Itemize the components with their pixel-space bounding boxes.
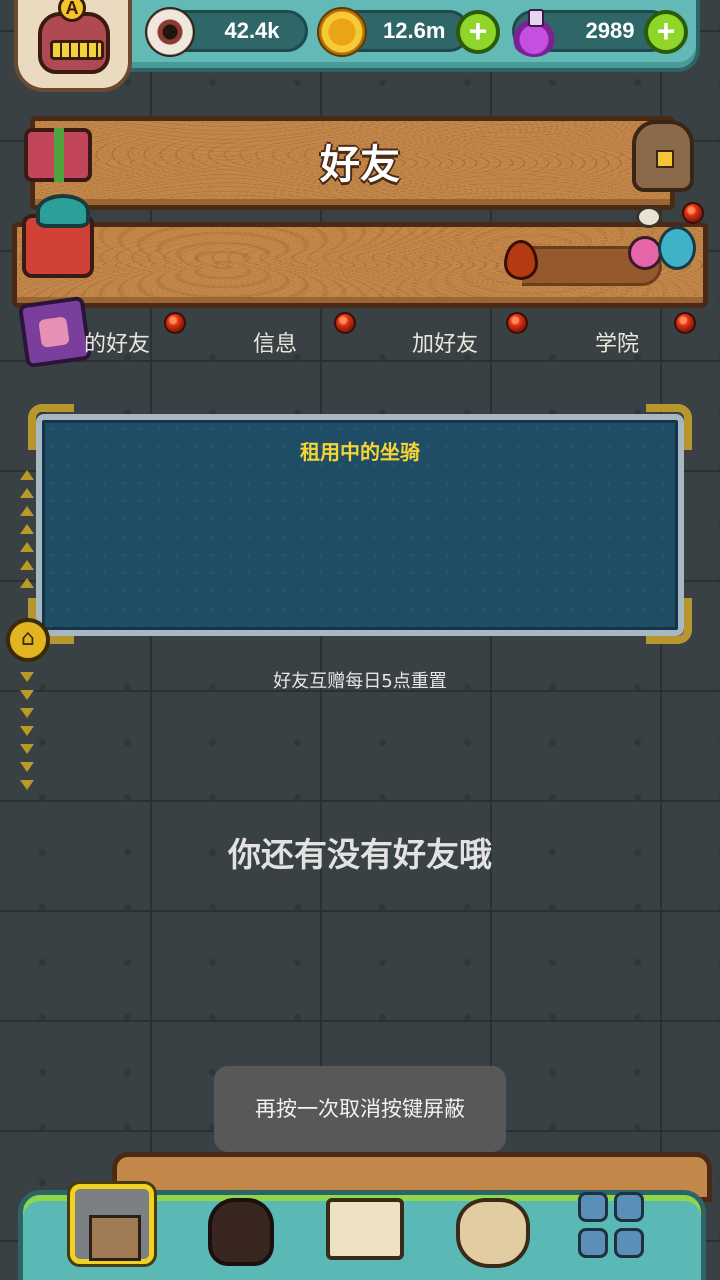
tab-academy[interactable]: 学院 (552, 326, 682, 358)
nav-monster-icon[interactable] (196, 1184, 280, 1266)
eyes-value: 42.4k (224, 18, 280, 43)
eyeball-icon (145, 7, 195, 57)
nav-book-icon[interactable] (320, 1184, 404, 1264)
toast-message: 再按一次取消按键屏蔽 (214, 1066, 506, 1152)
panel-title: 租用中的坐骑 (300, 440, 420, 464)
panel-corner (646, 598, 692, 644)
resource-bar: 42.4k 12.6m + 2989 + (100, 0, 700, 72)
nav-coin-bag-icon[interactable] (448, 1184, 532, 1268)
monster-eggs-icon[interactable] (628, 206, 698, 276)
coins-resource: 12.6m (317, 7, 470, 57)
backpack-icon[interactable] (632, 120, 694, 192)
coins-value: 12.6m (383, 18, 446, 43)
page-title: 好友 (320, 142, 400, 188)
tab-my-friends[interactable]: 的好友 (52, 326, 182, 358)
nav-grid-menu-icon[interactable] (574, 1184, 658, 1264)
eyes-resource: 42.4k (145, 7, 308, 57)
scroll-up-indicator[interactable] (16, 470, 38, 596)
potion-icon (509, 7, 559, 57)
add-coins-button[interactable]: + (456, 10, 500, 54)
gift-box-icon[interactable] (24, 128, 92, 182)
home-icon[interactable]: ⌂ (6, 618, 50, 662)
empty-friends-message: 你还有没有好友哦 (228, 835, 492, 874)
nav-castle-icon[interactable] (70, 1184, 154, 1264)
coin-icon (317, 7, 367, 57)
blood-drop-icon (504, 240, 538, 280)
tab-messages[interactable]: 信息 (210, 326, 340, 358)
player-avatar[interactable]: A (14, 0, 132, 92)
daily-reset-note: 好友互赠每日5点重置 (273, 671, 447, 692)
potions-value: 2989 (585, 18, 635, 43)
tab-add-friend[interactable]: 加好友 (380, 326, 510, 358)
notification-dot (682, 202, 704, 224)
berry-gift-icon[interactable] (22, 194, 94, 278)
add-potions-button[interactable]: + (644, 10, 688, 54)
